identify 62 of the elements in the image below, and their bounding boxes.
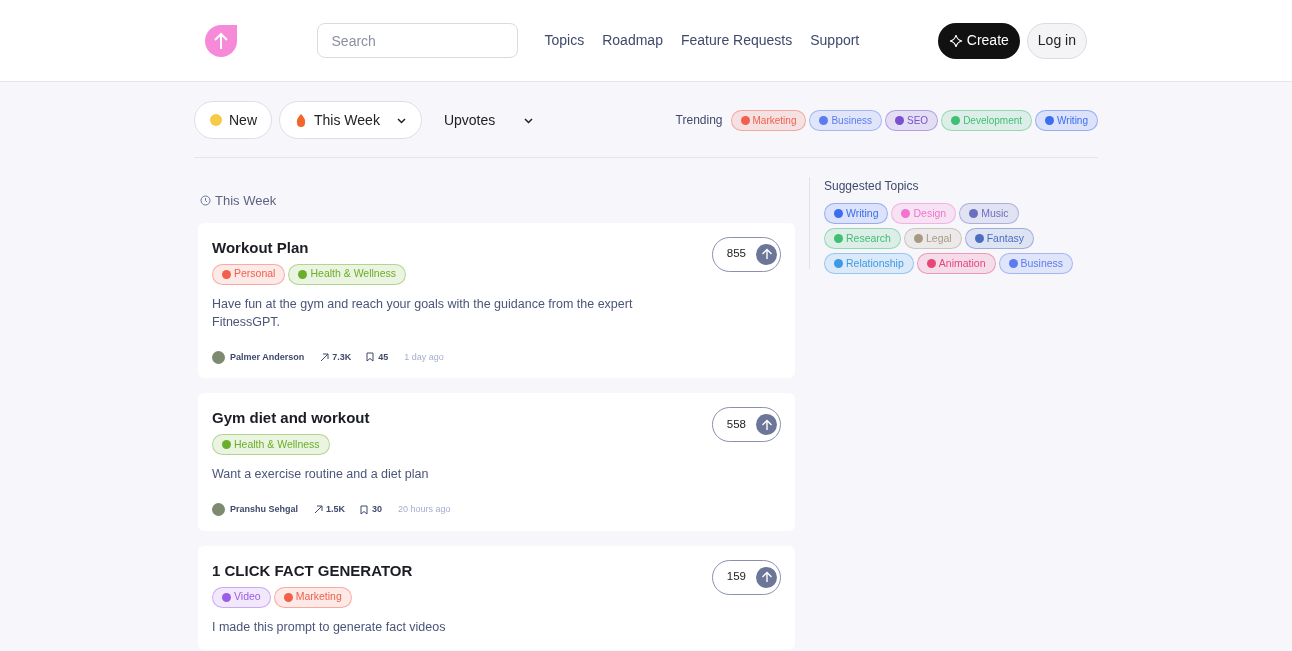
post-description: I made this prompt to generate fact videos xyxy=(212,618,447,636)
avatar xyxy=(212,503,225,517)
author-name[interactable]: Palmer Anderson xyxy=(230,350,305,364)
clock-icon xyxy=(200,195,211,207)
save-count: 30 xyxy=(372,503,383,516)
create-button[interactable]: Create xyxy=(937,22,1020,59)
bookmark-icon xyxy=(366,352,375,363)
search-field[interactable]: Search xyxy=(316,23,518,58)
fire-icon xyxy=(294,113,308,127)
tag[interactable]: Marketing xyxy=(273,586,352,608)
tag[interactable]: Business xyxy=(998,253,1074,274)
tag[interactable]: Music xyxy=(959,203,1019,224)
tag[interactable]: Legal xyxy=(903,228,962,249)
tag[interactable]: Marketing xyxy=(730,109,807,131)
nav-link[interactable]: Support xyxy=(810,30,860,51)
nav-link[interactable]: Topics xyxy=(544,30,585,51)
view-count: 7.3K xyxy=(332,350,352,364)
filter-button[interactable]: New xyxy=(194,101,272,139)
tag[interactable]: Design xyxy=(891,203,957,224)
tag[interactable]: Relationship xyxy=(824,253,914,274)
save-count: 45 xyxy=(378,350,389,364)
tag[interactable]: Writing xyxy=(1035,109,1098,131)
author-name[interactable]: Pranshu Sehgal xyxy=(230,503,299,517)
tag[interactable]: Fantasy xyxy=(964,228,1034,249)
trending-label: Trending xyxy=(675,112,723,129)
trend-arrow-icon xyxy=(314,505,324,515)
arrow-up-icon xyxy=(760,418,773,431)
post-title: Workout Plan xyxy=(212,238,310,257)
bookmark-icon xyxy=(360,504,369,515)
post-time: 20 hours ago xyxy=(398,503,451,516)
post-description: Want a exercise routine and a diet plan xyxy=(212,466,430,483)
trend-arrow-icon xyxy=(320,352,330,362)
tag[interactable]: Animation xyxy=(916,253,996,274)
arrow-up-icon xyxy=(760,248,773,260)
sidebar-title: Suggested Topics xyxy=(824,178,920,195)
view-count: 1.5K xyxy=(326,503,346,516)
upvote-button[interactable]: 855 xyxy=(711,236,781,272)
nav-link[interactable]: Feature Requests xyxy=(680,30,793,51)
post-title: Gym diet and workout xyxy=(212,409,370,427)
post-title: 1 CLICK FACT GENERATOR xyxy=(212,561,413,580)
tag[interactable]: Business xyxy=(809,109,882,131)
tag[interactable]: Video xyxy=(212,586,271,608)
post-description: Have fun at the gym and reach your goals with the guidance from the expert FitnessGPT. xyxy=(212,295,634,331)
avatar xyxy=(212,350,225,364)
logo-icon xyxy=(204,23,238,58)
arrow-up-icon xyxy=(760,571,773,583)
tag[interactable]: SEO xyxy=(885,109,939,131)
tag[interactable]: Health & Wellness xyxy=(212,434,330,455)
tag[interactable]: Development xyxy=(941,109,1033,131)
nav-link[interactable]: Roadmap xyxy=(602,30,663,51)
tag[interactable]: Writing xyxy=(824,203,889,224)
upvote-button[interactable]: 159 xyxy=(711,559,781,595)
post-time: 1 day ago xyxy=(404,350,444,364)
upvote-button[interactable]: 558 xyxy=(711,407,781,442)
tag[interactable]: Research xyxy=(824,228,901,249)
sparkle-icon xyxy=(948,33,963,48)
tag[interactable]: Personal xyxy=(212,263,286,285)
login-button[interactable]: Log in xyxy=(1026,22,1087,59)
tag[interactable]: Health & Wellness xyxy=(288,263,407,285)
filter-button[interactable]: This Week xyxy=(279,101,422,139)
filter-button[interactable]: Upvotes xyxy=(428,101,550,139)
section-title: This Week xyxy=(215,192,277,210)
